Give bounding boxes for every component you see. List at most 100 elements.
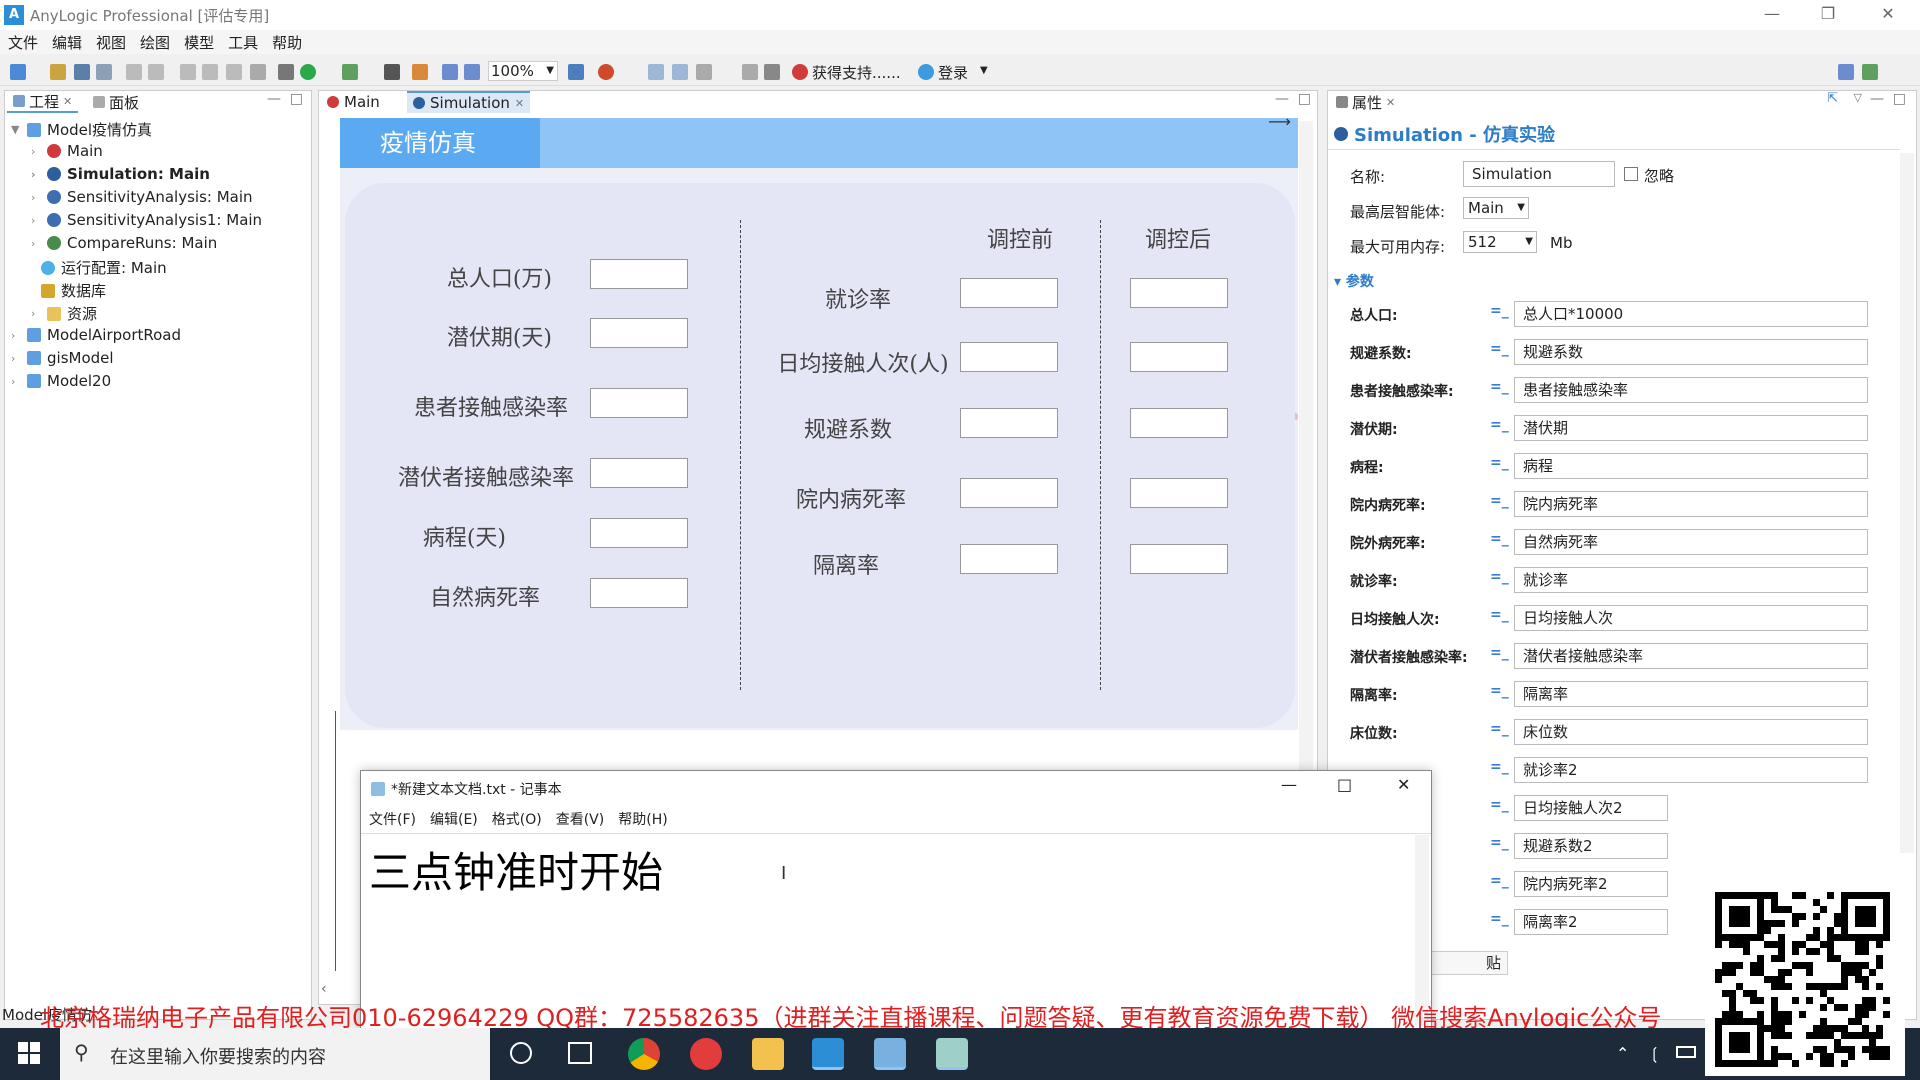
- tab-properties[interactable]: 属性 ✕: [1330, 91, 1402, 113]
- tree-item[interactable]: › ModelAirportRoad: [11, 326, 181, 344]
- ignore-checkbox[interactable]: [1624, 167, 1638, 181]
- delete-icon[interactable]: [250, 64, 266, 80]
- tab-main[interactable]: Main: [321, 91, 386, 113]
- login-dropdown-icon[interactable]: ▼: [980, 65, 988, 76]
- windows-start-icon[interactable]: [18, 1042, 40, 1064]
- cut-icon[interactable]: [180, 64, 196, 80]
- vertical-scrollbar[interactable]: [1415, 835, 1429, 1025]
- notepad-menu-file[interactable]: 文件(F): [369, 809, 416, 829]
- code-field-icon[interactable]: =_: [1490, 797, 1509, 813]
- param-field[interactable]: 日均接触人次2: [1514, 795, 1668, 821]
- close-icon[interactable]: ✕: [1860, 0, 1916, 30]
- maximize-panel-icon[interactable]: □: [290, 91, 303, 107]
- avoid-coef-after-input[interactable]: [1130, 408, 1228, 438]
- code-field-icon[interactable]: =_: [1490, 607, 1509, 623]
- run-icon[interactable]: [300, 64, 316, 80]
- tree-item[interactable]: › SensitivityAnalysis1: Main: [31, 211, 262, 229]
- debug-icon[interactable]: [342, 64, 358, 80]
- code-field-icon[interactable]: =_: [1490, 759, 1509, 775]
- tree-item[interactable]: › SensitivityAnalysis: Main: [31, 188, 253, 206]
- code-field-icon[interactable]: =_: [1490, 683, 1509, 699]
- param-field[interactable]: 病程: [1514, 453, 1868, 479]
- code-field-icon[interactable]: =_: [1490, 835, 1509, 851]
- chrome-icon[interactable]: [628, 1038, 660, 1070]
- pin-icon[interactable]: ⇱: [1827, 91, 1838, 106]
- expand-arrow-icon[interactable]: ›: [11, 375, 21, 388]
- code-field-icon[interactable]: =_: [1490, 341, 1509, 357]
- snap-icon[interactable]: [672, 64, 688, 80]
- expand-arrow-icon[interactable]: ›: [31, 237, 41, 250]
- menu-help[interactable]: 帮助: [272, 32, 302, 53]
- close-icon[interactable]: ✕: [1397, 775, 1410, 794]
- isolation-before-input[interactable]: [960, 544, 1058, 574]
- param-field[interactable]: 日均接触人次: [1514, 605, 1868, 631]
- contacts-after-input[interactable]: [1130, 342, 1228, 372]
- code-field-icon[interactable]: =_: [1490, 455, 1509, 471]
- param-field[interactable]: 潜伏期: [1514, 415, 1868, 441]
- tree-item[interactable]: › Main: [31, 142, 103, 160]
- code-field-icon[interactable]: =_: [1490, 911, 1509, 927]
- tree-item[interactable]: › 资源: [31, 303, 97, 324]
- code-field-icon[interactable]: =_: [1490, 569, 1509, 585]
- notepad-menu-view[interactable]: 查看(V): [556, 809, 605, 829]
- code-field-icon[interactable]: =_: [1490, 303, 1509, 319]
- expand-arrow-icon[interactable]: ›: [31, 168, 41, 181]
- visit-rate-before-input[interactable]: [960, 278, 1058, 308]
- scroll-left-icon[interactable]: ‹: [321, 981, 327, 997]
- tab-simulation[interactable]: Simulation ✕: [407, 91, 531, 113]
- menu-view[interactable]: 视图: [96, 32, 126, 53]
- collapse-arrow-icon[interactable]: ▾: [1334, 274, 1341, 290]
- paste-button[interactable]: 贴: [1428, 951, 1508, 975]
- zoom-select[interactable]: 100% ▼: [488, 61, 558, 81]
- minimize-panel-icon[interactable]: —: [1275, 91, 1289, 107]
- param-field[interactable]: 隔离率: [1514, 681, 1868, 707]
- code-field-icon[interactable]: =_: [1490, 493, 1509, 509]
- view-menu-icon[interactable]: ▽: [1854, 91, 1862, 104]
- tree-item[interactable]: › Simulation: Main: [31, 165, 210, 183]
- minimize-icon[interactable]: —: [1744, 0, 1800, 30]
- param-field[interactable]: 规避系数: [1514, 339, 1868, 365]
- expand-arrow-icon[interactable]: ›: [31, 145, 41, 158]
- close-icon[interactable]: ✕: [515, 97, 524, 110]
- library-icon[interactable]: [598, 64, 614, 80]
- menu-tools[interactable]: 工具: [228, 32, 258, 53]
- code-field-icon[interactable]: =_: [1490, 721, 1509, 737]
- zoom-fit-icon[interactable]: [442, 64, 458, 80]
- minimize-panel-icon[interactable]: —: [267, 91, 281, 107]
- param-field[interactable]: 院内病死率2: [1514, 871, 1668, 897]
- avoid-coef-before-input[interactable]: [960, 408, 1058, 438]
- layers-icon[interactable]: [696, 64, 712, 80]
- maximize-panel-icon[interactable]: □: [1893, 91, 1906, 107]
- restore-icon[interactable]: ❐: [1800, 0, 1856, 30]
- notepad-text-area[interactable]: 三点钟准时开始: [369, 839, 1409, 1019]
- expand-arrow-icon[interactable]: ▼: [11, 123, 21, 136]
- param-field[interactable]: 自然病死率: [1514, 529, 1868, 555]
- hospital-death-after-input[interactable]: [1130, 478, 1228, 508]
- arrange-icon[interactable]: [764, 64, 780, 80]
- tree-item[interactable]: › CompareRuns: Main: [31, 234, 217, 252]
- expand-arrow-icon[interactable]: ›: [31, 307, 41, 320]
- hospital-death-before-input[interactable]: [960, 478, 1058, 508]
- grid-icon[interactable]: [648, 64, 664, 80]
- param-field[interactable]: 床位数: [1514, 719, 1868, 745]
- incubation-input[interactable]: [590, 318, 688, 348]
- pointer-icon[interactable]: [412, 64, 428, 80]
- notepad-menu-format[interactable]: 格式(O): [492, 809, 542, 829]
- natural-death-rate-input[interactable]: [590, 578, 688, 608]
- perspective-icon[interactable]: [1838, 64, 1854, 80]
- magnifier-icon[interactable]: [568, 64, 584, 80]
- population-input[interactable]: [590, 259, 688, 289]
- get-support-button[interactable]: 获得支持......: [812, 62, 901, 83]
- maximize-panel-icon[interactable]: □: [1298, 91, 1311, 107]
- new-model-icon[interactable]: [10, 64, 26, 80]
- zoom-out-icon[interactable]: [464, 64, 480, 80]
- notepad-menu-edit[interactable]: 编辑(E): [430, 809, 478, 829]
- menu-model[interactable]: 模型: [184, 32, 214, 53]
- visit-rate-after-input[interactable]: [1130, 278, 1228, 308]
- tree-item[interactable]: ▼ Model疫情仿真: [11, 119, 152, 140]
- align-icon[interactable]: [742, 64, 758, 80]
- taskbar-search[interactable]: ⚲ 在这里输入你要搜索的内容: [60, 1028, 490, 1080]
- menu-edit[interactable]: 编辑: [52, 32, 82, 53]
- anylogic-taskbar-icon[interactable]: [812, 1038, 844, 1070]
- params-section-header[interactable]: ▾ 参数: [1334, 271, 1374, 291]
